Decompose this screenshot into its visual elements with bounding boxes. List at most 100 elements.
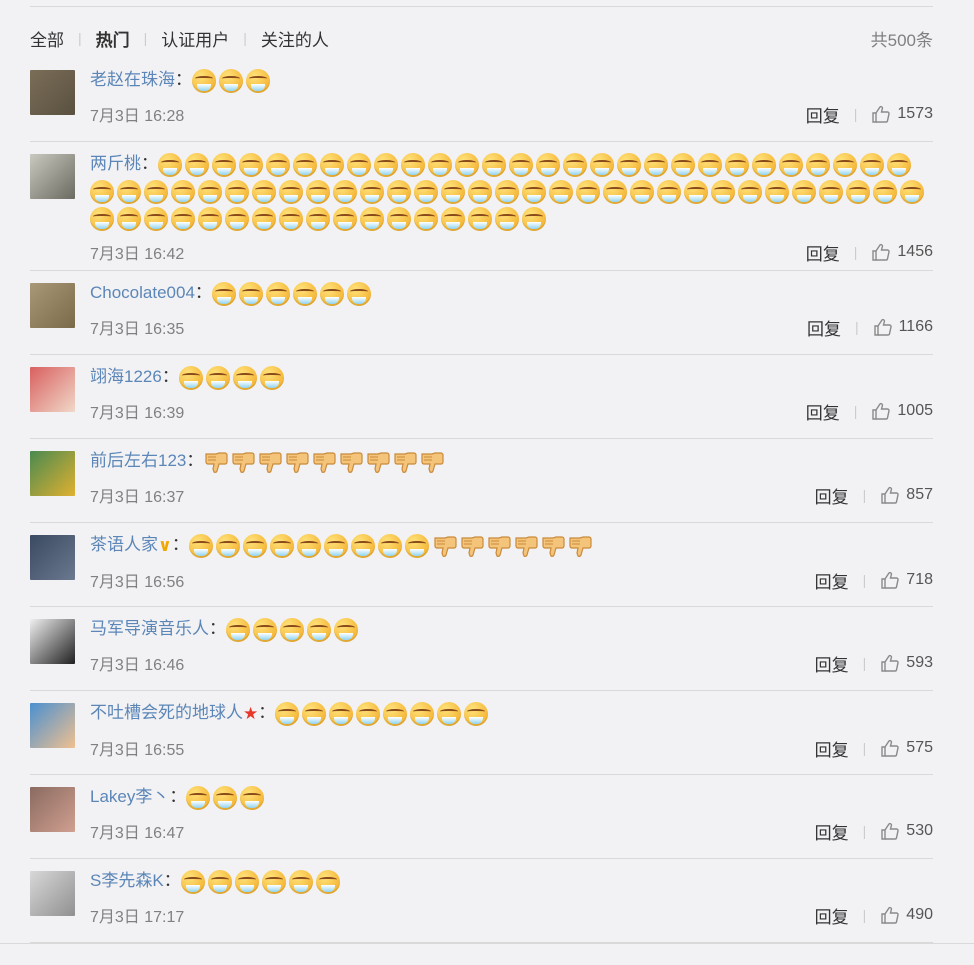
thumbs-down-emoji-icon [203,450,229,474]
like-button[interactable]: 1456 [871,242,933,262]
thumbs-up-icon[interactable] [871,242,897,262]
thumbs-up-icon[interactable] [880,738,906,758]
avatar[interactable] [30,154,75,199]
action-separator: | [853,403,858,419]
like-button[interactable]: 490 [880,905,933,925]
colon: ： [209,619,226,638]
filter-hot[interactable]: 热门 [96,26,130,51]
thumbs-up-icon[interactable] [871,104,897,124]
drooling-emoji-icon [323,533,348,558]
filter-following[interactable]: 关注的人 [261,26,329,51]
colon: ： [171,535,189,554]
like-button[interactable]: 718 [880,570,933,590]
reply-button[interactable]: 回复 [815,568,849,593]
filter-verified[interactable]: 认证用户 [161,26,229,51]
verified-v-icon[interactable]: ∨ [158,532,172,559]
drooling-emoji-icon [198,179,222,204]
like-button[interactable]: 1166 [873,317,933,337]
drooling-emoji-icon [725,152,749,177]
drooling-emoji-icon [232,365,257,390]
comment-username[interactable]: 两斤桃 [90,154,141,173]
like-button[interactable]: 530 [880,821,933,841]
action-separator: | [853,106,858,122]
like-button[interactable]: 1573 [871,104,933,124]
avatar[interactable] [30,871,75,916]
drooling-emoji-icon [261,869,286,894]
avatar[interactable] [30,451,75,496]
avatar[interactable] [30,787,75,832]
avatar[interactable] [30,367,75,412]
drooling-emoji-icon [765,179,789,204]
comment-username[interactable]: 翊海1226 [90,367,162,386]
drooling-emoji-icon [887,152,911,177]
comment-text: 老赵在珠海： [90,66,933,93]
thumbs-up-icon[interactable] [880,570,906,590]
comment-text: 翊海1226： [90,363,933,390]
thumbs-up-icon[interactable] [880,905,906,925]
drooling-emoji-icon [414,206,438,231]
drooling-emoji-icon [509,152,533,177]
comment-username[interactable]: 前后左右123 [90,451,186,470]
thumbs-up-icon[interactable] [880,653,906,673]
drooling-emoji-icon [590,152,614,177]
reply-button[interactable]: 回复 [815,736,849,761]
drooling-emoji-icon [684,179,708,204]
comment-username[interactable]: S李先森K [90,871,164,890]
drooling-emoji-icon [296,533,321,558]
drooling-emoji-icon [266,152,290,177]
top-divider [30,6,933,7]
drooling-emoji-icon [522,206,546,231]
like-button[interactable]: 1005 [871,401,933,421]
drooling-emoji-icon [320,152,344,177]
drooling-emoji-icon [219,68,243,93]
comment-username[interactable]: 茶语人家 [90,535,158,554]
drooling-emoji-icon [779,152,803,177]
avatar[interactable] [30,619,75,664]
comment-username[interactable]: 马军导演音乐人 [90,619,209,638]
drooling-emoji-icon [215,533,240,558]
thumbs-down-emoji-icon [392,450,418,474]
comment-username[interactable]: 不吐槽会死的地球人 [90,703,243,722]
thumbs-up-icon[interactable] [873,317,899,337]
reply-button[interactable]: 回复 [815,651,849,676]
avatar[interactable] [30,703,75,748]
drooling-emoji-icon [387,179,411,204]
comment-username[interactable]: Lakey李丶 [90,787,169,806]
avatar[interactable] [30,535,75,580]
avatar[interactable] [30,70,75,115]
drooling-emoji-icon [192,68,216,93]
drooling-emoji-icon [333,179,357,204]
comment-time: 7月3日 16:28 [90,108,185,125]
reply-button[interactable]: 回复 [806,240,840,265]
drooling-emoji-icon [482,152,506,177]
thumbs-down-emoji-icon [257,450,283,474]
thumbs-up-icon[interactable] [880,485,906,505]
filter-all[interactable]: 全部 [30,26,64,51]
comment-username[interactable]: Chocolate004 [90,283,195,302]
thumbs-down-emoji-icon [311,450,337,474]
like-button[interactable]: 857 [880,485,933,505]
drooling-emoji-icon [617,152,641,177]
comment-time: 7月3日 16:39 [90,405,185,422]
reply-button[interactable]: 回复 [807,315,841,340]
reply-button[interactable]: 回复 [806,399,840,424]
reply-button[interactable]: 回复 [815,903,849,928]
avatar[interactable] [30,283,75,328]
comment-item: 翊海1226： 7月3日 16:39 回复 | 1005 [30,355,933,439]
thumbs-up-icon[interactable] [871,401,897,421]
reply-button[interactable]: 回复 [806,102,840,127]
reply-button[interactable]: 回复 [815,819,849,844]
reply-button[interactable]: 回复 [815,483,849,508]
comment-time: 7月3日 16:37 [90,489,185,506]
star-badge-icon[interactable]: ★ [243,700,258,727]
drooling-emoji-icon [495,206,519,231]
drooling-emoji-icon [356,701,381,726]
drooling-emoji-icon [280,617,304,642]
thumbs-up-icon[interactable] [880,821,906,841]
like-button[interactable]: 575 [880,738,933,758]
like-button[interactable]: 593 [880,653,933,673]
thumbs-down-emoji-icon [284,450,310,474]
comment-item: S李先森K： 7月3日 17:17 回复 | 490 [30,859,933,943]
comment-username[interactable]: 老赵在珠海 [90,70,175,89]
drooling-emoji-icon [495,179,519,204]
